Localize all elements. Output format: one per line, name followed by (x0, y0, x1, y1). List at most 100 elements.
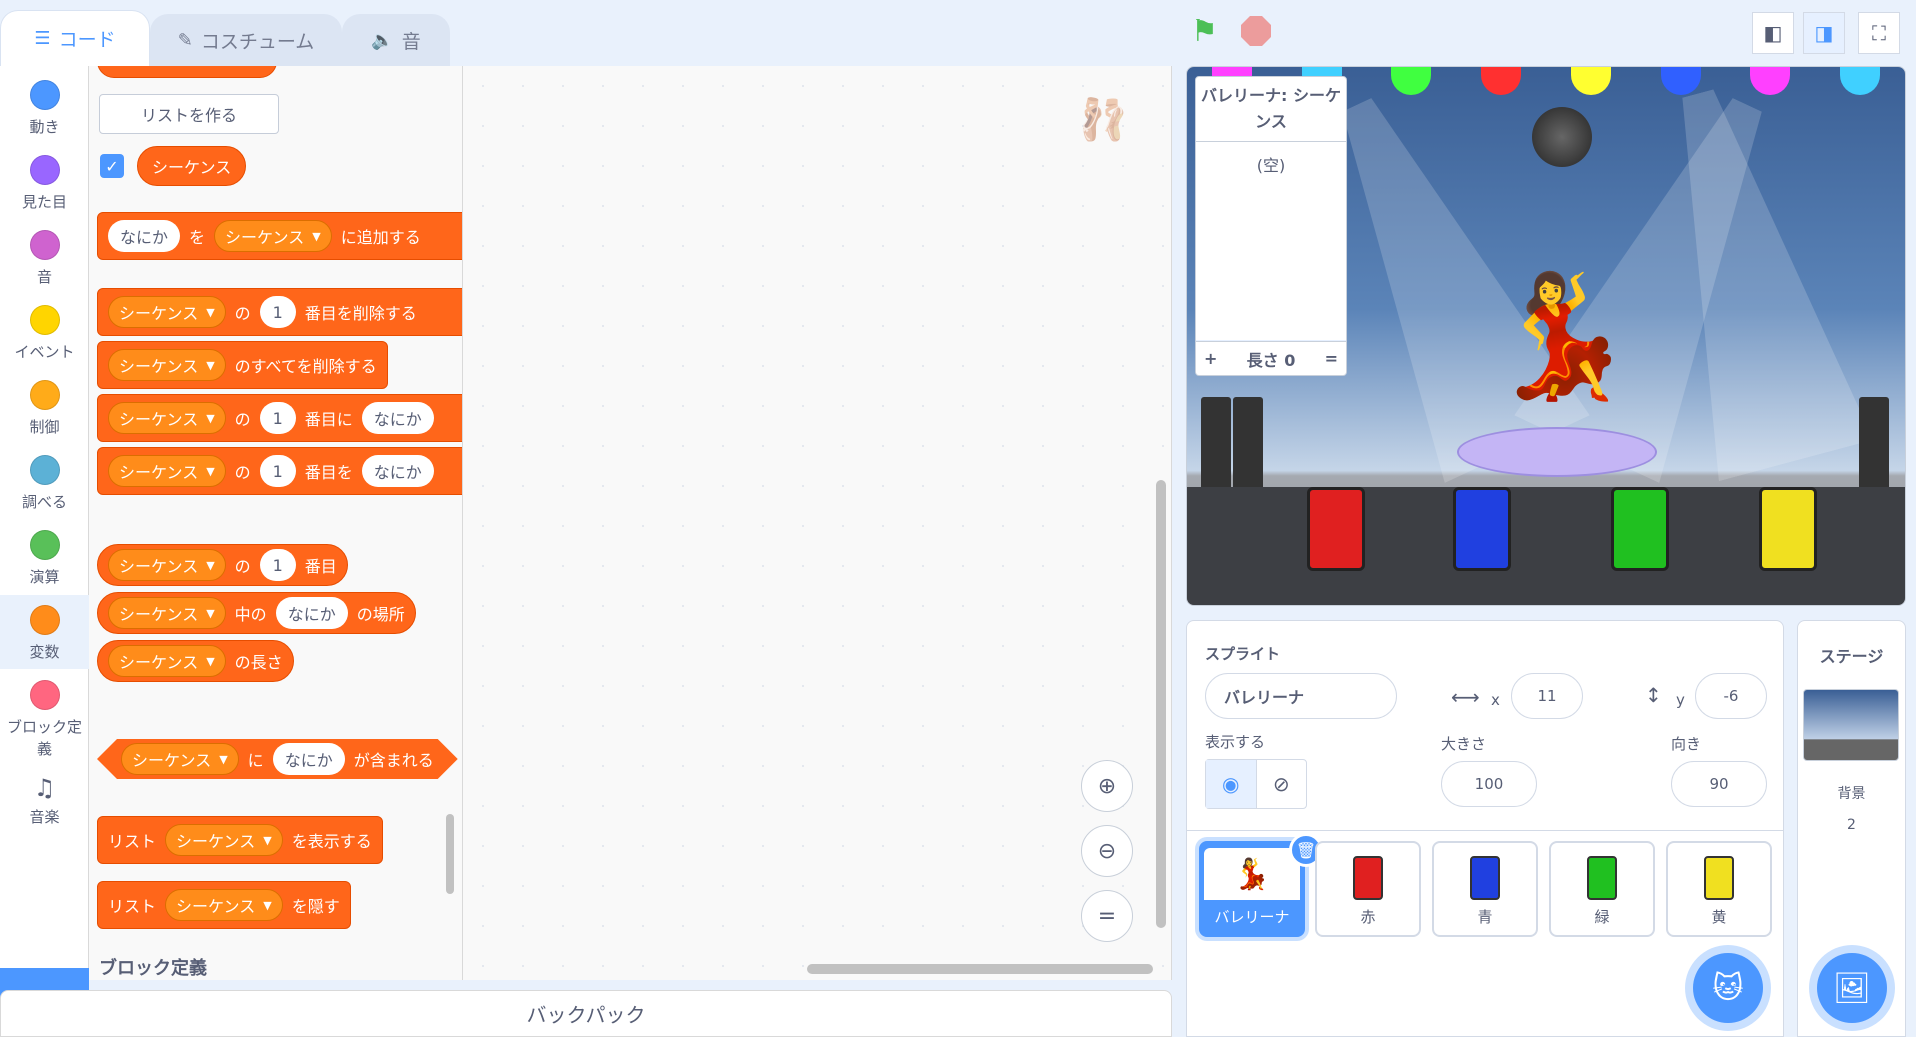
category-music[interactable]: ♫ 音楽 (0, 764, 89, 838)
tab-costumes[interactable]: ✎ コスチューム (150, 14, 342, 66)
list-dropdown[interactable]: シーケンス ▼ (165, 889, 283, 921)
stage-thumbnail[interactable] (1803, 689, 1899, 761)
category-operators[interactable]: 演算 (0, 520, 89, 594)
category-sensing[interactable]: 調べる (0, 445, 89, 519)
resize-handle[interactable]: = (1325, 349, 1338, 368)
block-input[interactable]: 1 (259, 296, 296, 328)
script-area[interactable] (463, 66, 1172, 980)
category-control[interactable]: 制御 (0, 370, 89, 444)
script-vertical-scrollbar[interactable] (1156, 480, 1166, 928)
direction-input[interactable]: 90 (1671, 761, 1767, 807)
palette-scrollbar[interactable] (446, 814, 454, 894)
zoom-in-button[interactable]: ⊕ (1081, 760, 1133, 812)
block-hide-list[interactable]: リスト シーケンス ▼ を隠す (97, 881, 351, 929)
list-dropdown[interactable]: シーケンス ▼ (108, 645, 226, 677)
speaker-icon (1233, 397, 1263, 497)
list-dropdown[interactable]: シーケンス ▼ (108, 349, 226, 381)
music-note-icon: ♫ (33, 774, 56, 802)
block-index-of-item[interactable]: シーケンス ▼ 中の なにか の場所 (97, 592, 416, 634)
block-delete-all[interactable]: シーケンス ▼ のすべてを削除する (97, 341, 388, 389)
backpack-bar[interactable]: バックパック (0, 990, 1172, 1037)
red-drum-sprite[interactable] (1307, 487, 1365, 571)
script-horizontal-scrollbar[interactable] (807, 964, 1153, 974)
dropdown-label: シーケンス (132, 751, 212, 770)
y-input[interactable]: -6 (1695, 673, 1767, 719)
sprite-tile-green[interactable]: 緑 (1549, 841, 1655, 937)
block-length-of-list[interactable]: シーケンス ▼ の長さ (97, 640, 294, 682)
block-input[interactable]: なにか (273, 743, 345, 775)
green-drum-sprite[interactable] (1611, 487, 1669, 571)
sprite-tile-blue[interactable]: 青 (1432, 841, 1538, 937)
list-monitor-checkbox[interactable]: ✓ (100, 154, 124, 178)
block-list-contains[interactable]: シーケンス ▼ に なにか が含まれる (97, 739, 458, 779)
sprite-tile-yellow[interactable]: 黄 (1666, 841, 1772, 937)
block-input[interactable]: なにか (361, 402, 434, 434)
list-dropdown[interactable]: シーケンス ▼ (165, 824, 283, 856)
sprite-name-input[interactable]: バレリーナ (1205, 673, 1397, 719)
list-dropdown[interactable]: シーケンス ▼ (108, 455, 226, 487)
green-flag-button[interactable]: ⚑ (1191, 14, 1218, 49)
blue-drum-sprite[interactable] (1453, 487, 1511, 571)
backdrop-label: 背景 (1837, 786, 1866, 802)
category-dot (29, 230, 60, 260)
fullscreen-button[interactable]: ⛶ (1858, 12, 1900, 54)
category-looks[interactable]: 見た目 (0, 145, 89, 219)
x-input[interactable]: 11 (1511, 673, 1583, 719)
green-drum-thumbnail-icon (1587, 856, 1617, 900)
category-label: ブロック定義 (6, 718, 82, 758)
small-stage-button[interactable]: ◧ (1752, 12, 1794, 54)
stop-button[interactable] (1241, 16, 1271, 46)
sprite-tile-red[interactable]: 赤 (1315, 841, 1421, 937)
category-variables[interactable]: 変数 (0, 595, 89, 669)
normal-stage-button[interactable]: ◨ (1803, 12, 1845, 54)
list-dropdown[interactable]: シーケンス ▼ (121, 743, 239, 775)
direction-label: 向き (1671, 735, 1702, 753)
x-arrow-icon: ⟷ (1451, 685, 1480, 709)
block-replace-item[interactable]: シーケンス ▼ の 1 番目を なにか (97, 447, 462, 495)
hide-sprite-button[interactable]: ⊘ (1257, 760, 1307, 808)
block-show-list[interactable]: リスト シーケンス ▼ を表示する (97, 816, 383, 864)
list-dropdown[interactable]: シーケンス ▼ (108, 597, 226, 629)
zoom-reset-button[interactable]: = (1081, 890, 1133, 942)
category-my-blocks[interactable]: ブロック定義 (0, 670, 89, 760)
zoom-reset-icon: = (1097, 903, 1117, 929)
show-sprite-button[interactable]: ◉ (1206, 760, 1257, 808)
trash-icon: 🗑 (1295, 840, 1317, 860)
list-dropdown[interactable]: シーケンス ▼ (108, 549, 226, 581)
ballerina-sprite-icon[interactable]: 💃 (1487, 267, 1636, 407)
list-dropdown[interactable]: シーケンス ▼ (214, 220, 332, 252)
tab-code[interactable]: ☰ コード (0, 10, 150, 66)
list-dropdown[interactable]: シーケンス ▼ (108, 296, 226, 328)
sprite-tile-ballerina[interactable]: 💃 バレリーナ 🗑 (1199, 833, 1323, 937)
add-item-button[interactable]: + (1204, 349, 1217, 368)
list-monitor[interactable]: バレリーナ: シーケンス (空) + 長さ 0 = (1195, 76, 1347, 376)
block-input[interactable]: 1 (259, 549, 296, 581)
category-dot (29, 680, 60, 710)
variable-block-partial[interactable] (97, 66, 277, 78)
category-label: 音楽 (29, 808, 60, 826)
block-input[interactable]: なにか (108, 220, 181, 252)
list-reporter-label: シーケンス (152, 158, 232, 177)
block-input[interactable]: なにか (275, 597, 348, 629)
block-delete-nth[interactable]: シーケンス ▼ の 1 番目を削除する (97, 288, 462, 336)
tab-sounds[interactable]: 🔈 音 (342, 14, 450, 66)
stage-selector[interactable]: ステージ 背景 2 🖼 (1797, 620, 1906, 1037)
category-events[interactable]: イベント (0, 295, 89, 369)
list-dropdown[interactable]: シーケンス ▼ (108, 402, 226, 434)
block-item-of-list[interactable]: シーケンス ▼ の 1 番目 (97, 544, 348, 586)
block-input[interactable]: 1 (259, 455, 296, 487)
block-text: の長さ (234, 653, 283, 672)
zoom-out-button[interactable]: ⊖ (1081, 825, 1133, 877)
block-insert-at[interactable]: シーケンス ▼ の 1 番目に なにか (97, 394, 462, 442)
list-reporter[interactable]: シーケンス (137, 146, 247, 186)
size-input[interactable]: 100 (1441, 761, 1537, 807)
block-input[interactable]: なにか (361, 455, 434, 487)
category-motion[interactable]: 動き (0, 70, 89, 144)
block-add-to-list[interactable]: なにか を シーケンス ▼ に追加する (97, 212, 462, 260)
make-list-button[interactable]: リストを作る (99, 94, 279, 134)
add-sprite-button[interactable]: 🐱 (1693, 953, 1763, 1023)
category-sound[interactable]: 音 (0, 220, 89, 294)
yellow-drum-sprite[interactable] (1759, 487, 1817, 571)
block-input[interactable]: 1 (259, 402, 296, 434)
add-backdrop-button[interactable]: 🖼 (1817, 953, 1887, 1023)
